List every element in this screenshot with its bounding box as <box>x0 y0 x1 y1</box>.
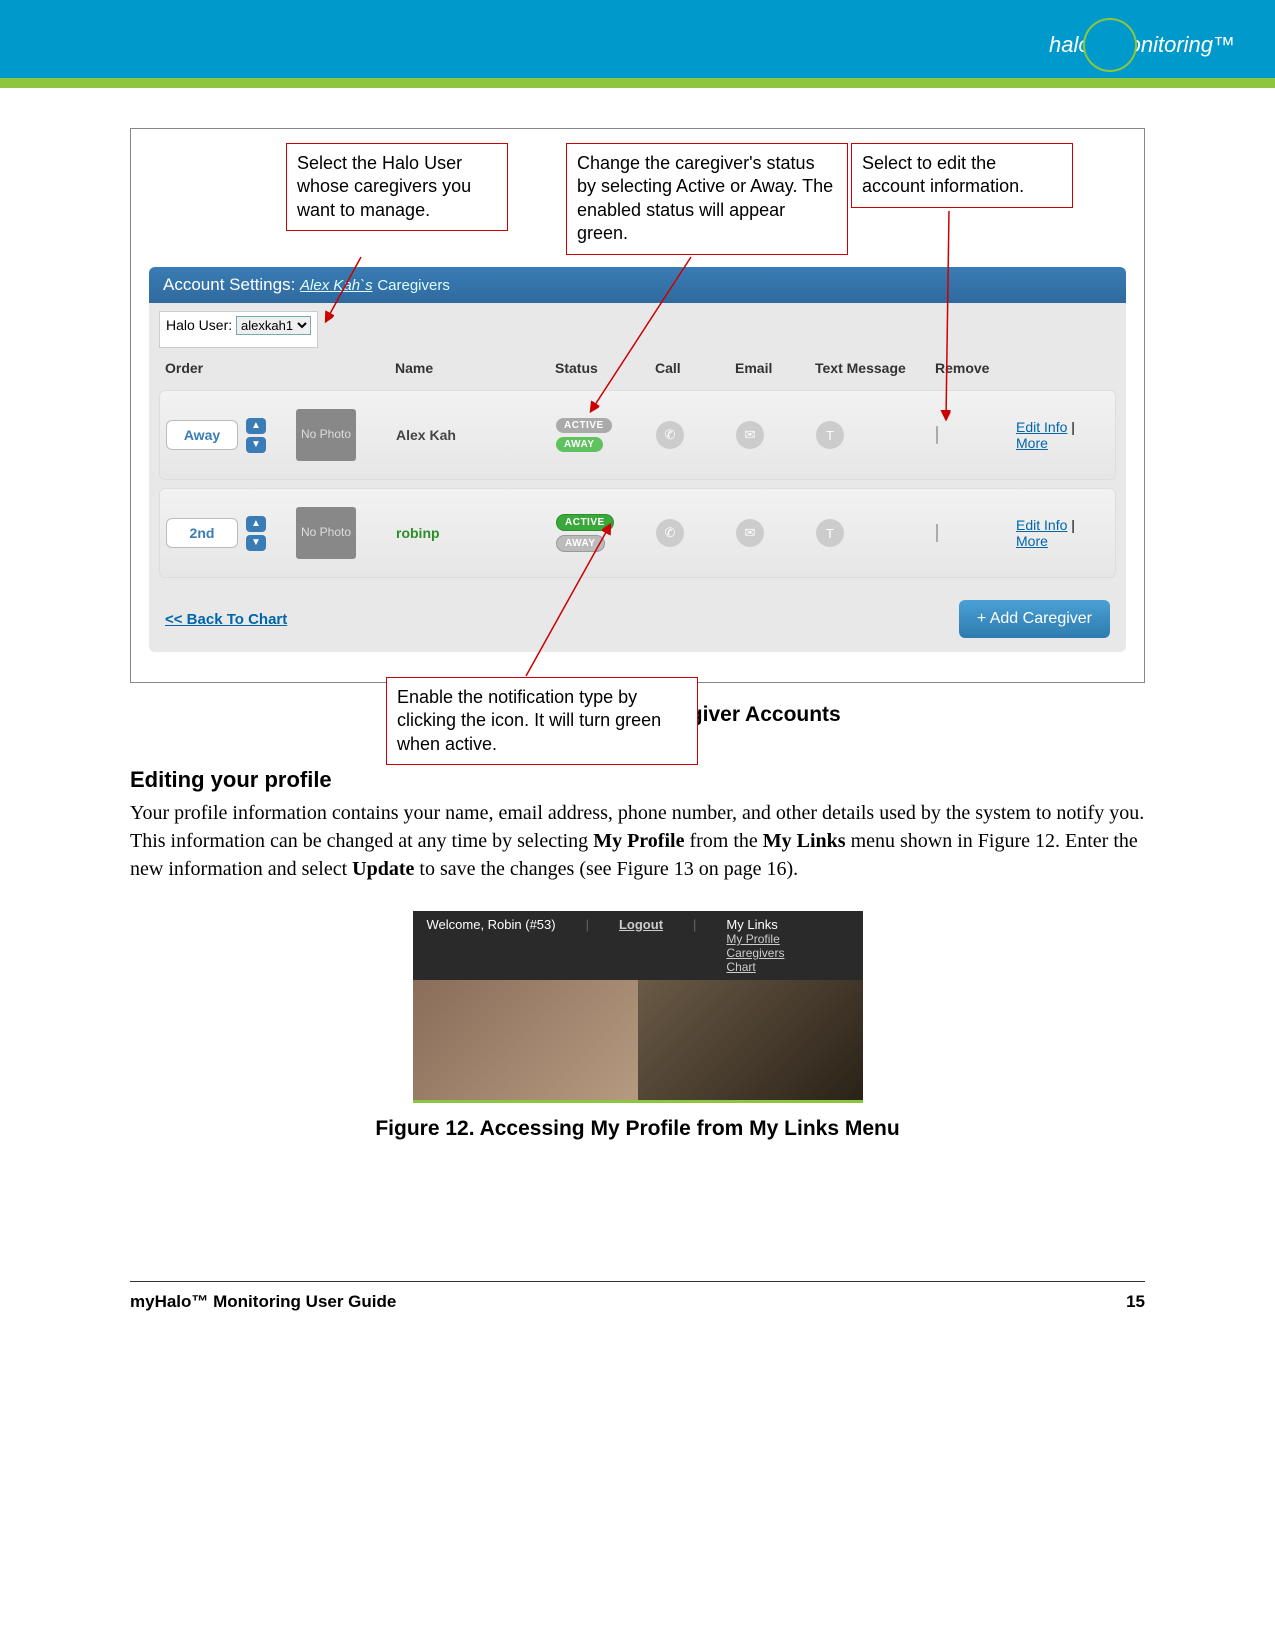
no-photo-placeholder: No Photo <box>296 409 356 461</box>
reorder-arrows[interactable]: ▲ ▼ <box>246 418 296 453</box>
order-badge: Away <box>166 420 238 450</box>
arrow-up-icon[interactable]: ▲ <box>246 418 266 434</box>
halo-user-selector: Halo User: alexkah1 <box>159 311 318 348</box>
column-headers: Order Name Status Call Email Text Messag… <box>159 354 1116 382</box>
reorder-arrows[interactable]: ▲ ▼ <box>246 516 296 551</box>
fig12-photos <box>413 980 863 1100</box>
no-photo-placeholder: No Photo <box>296 507 356 559</box>
breadcrumb-user-link[interactable]: Alex Kah`s <box>300 277 373 294</box>
mylinks-label: My Links <box>726 917 784 932</box>
figure-11-box: Select the Halo User whose caregivers yo… <box>130 128 1145 683</box>
edit-info-link[interactable]: Edit Info <box>1016 419 1067 435</box>
title-prefix: Account Settings: <box>163 275 295 294</box>
footer-title: myHalo™ Monitoring User Guide <box>130 1292 396 1312</box>
table-footer: << Back To Chart + Add Caregiver <box>159 586 1116 652</box>
edit-links: Edit Info | More <box>1016 517 1109 549</box>
more-link[interactable]: More <box>1016 533 1048 549</box>
status-away-pill[interactable]: AWAY <box>556 535 605 552</box>
arrow-up-icon[interactable]: ▲ <box>246 516 266 532</box>
profile-photo-2 <box>638 980 863 1100</box>
edit-info-link[interactable]: Edit Info <box>1016 517 1067 533</box>
logo: halo onitoring™ <box>1049 18 1235 72</box>
divider: | <box>586 917 589 932</box>
header-remove: Remove <box>935 360 1015 376</box>
arrow-down-icon[interactable]: ▼ <box>246 535 266 551</box>
status-toggle[interactable]: ACTIVE AWAY <box>556 418 656 452</box>
callout-edit-account: Select to edit the account information. <box>851 143 1073 208</box>
arrow-down-icon[interactable]: ▼ <box>246 437 266 453</box>
email-icon[interactable]: ✉ <box>736 421 764 449</box>
header-status: Status <box>555 360 655 376</box>
chart-link[interactable]: Chart <box>726 960 784 974</box>
welcome-text: Welcome, Robin (#53) <box>427 917 556 932</box>
green-divider <box>0 78 1275 88</box>
call-icon[interactable]: ✆ <box>656 519 684 547</box>
call-icon[interactable]: ✆ <box>656 421 684 449</box>
halo-user-dropdown[interactable]: alexkah1 <box>236 316 311 335</box>
halo-user-label: Halo User: <box>166 317 232 333</box>
status-away-pill[interactable]: AWAY <box>556 437 603 452</box>
caregivers-link[interactable]: Caregivers <box>726 946 784 960</box>
status-active-pill[interactable]: ACTIVE <box>556 418 612 433</box>
editing-profile-heading: Editing your profile <box>130 767 1145 793</box>
figure-12-box: Welcome, Robin (#53) | Logout | My Links… <box>413 911 863 1103</box>
breadcrumb-tail: Caregivers <box>377 277 450 294</box>
add-caregiver-button[interactable]: + Add Caregiver <box>959 600 1110 638</box>
app-body: Halo User: alexkah1 Order Name Status Ca… <box>149 303 1126 652</box>
remove-icon[interactable] <box>936 524 938 542</box>
order-badge: 2nd <box>166 518 238 548</box>
remove-icon[interactable] <box>936 426 938 444</box>
caregiver-name: Alex Kah <box>396 427 556 443</box>
logo-text-right: onitoring™ <box>1129 32 1235 58</box>
logout-link[interactable]: Logout <box>619 917 663 932</box>
caregiver-row: 2nd ▲ ▼ No Photo robinp ACTIVE AWAY ✆ ✉ … <box>159 488 1116 578</box>
status-toggle[interactable]: ACTIVE AWAY <box>556 514 656 552</box>
my-profile-link[interactable]: My Profile <box>726 932 784 946</box>
footer-page-number: 15 <box>1126 1292 1145 1312</box>
callout-enable-notification: Enable the notification type by clicking… <box>386 677 698 765</box>
header-email: Email <box>735 360 815 376</box>
edit-links: Edit Info | More <box>1016 419 1109 451</box>
callout-select-user: Select the Halo User whose caregivers yo… <box>286 143 508 231</box>
page-footer: myHalo™ Monitoring User Guide 15 <box>130 1281 1145 1352</box>
logo-wave-icon <box>1083 18 1137 72</box>
caregiver-name: robinp <box>396 525 556 541</box>
editing-profile-paragraph: Your profile information contains your n… <box>130 799 1145 883</box>
my-links-menu: My Links My Profile Caregivers Chart <box>726 917 784 974</box>
text-icon[interactable]: T <box>816 421 844 449</box>
status-active-pill[interactable]: ACTIVE <box>556 514 614 531</box>
email-icon[interactable]: ✉ <box>736 519 764 547</box>
header-order: Order <box>165 360 395 376</box>
profile-photo-1 <box>413 980 638 1100</box>
app-titlebar: Account Settings: Alex Kah`s Caregivers <box>149 267 1126 303</box>
figure-12-caption: Figure 12. Accessing My Profile from My … <box>130 1117 1145 1141</box>
fig12-topbar: Welcome, Robin (#53) | Logout | My Links… <box>413 911 863 980</box>
caregiver-row: Away ▲ ▼ No Photo Alex Kah ACTIVE AWAY ✆… <box>159 390 1116 480</box>
callout-change-status: Change the caregiver's status by selecti… <box>566 143 848 255</box>
text-icon[interactable]: T <box>816 519 844 547</box>
header-call: Call <box>655 360 735 376</box>
page-header: halo onitoring™ <box>0 0 1275 78</box>
header-text: Text Message <box>815 360 935 376</box>
back-to-chart-link[interactable]: << Back To Chart <box>165 611 287 628</box>
header-name: Name <box>395 360 555 376</box>
more-link[interactable]: More <box>1016 435 1048 451</box>
divider: | <box>693 917 696 932</box>
